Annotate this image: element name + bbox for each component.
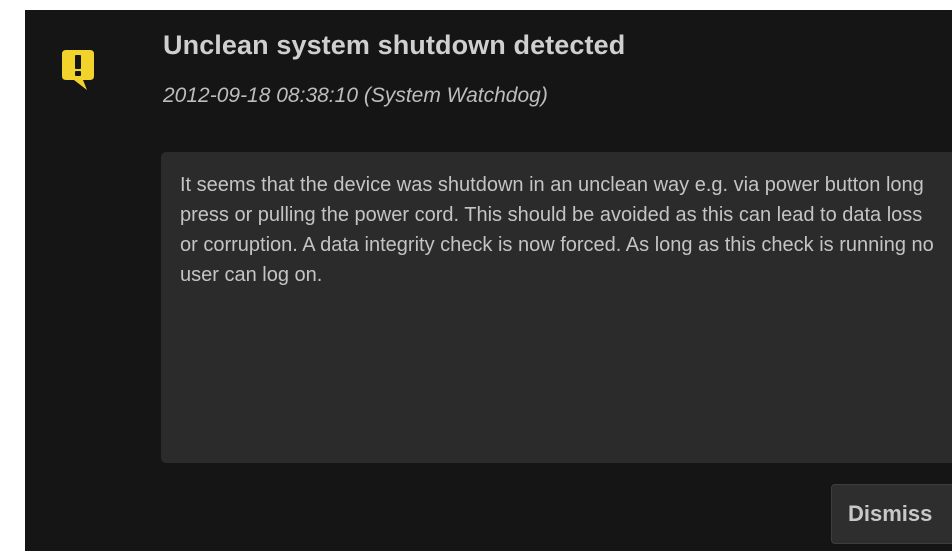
notification-title: Unclean system shutdown detected	[163, 30, 626, 60]
message-box: It seems that the device was shutdown in…	[161, 152, 952, 463]
alert-warning-icon	[62, 50, 94, 90]
notification-panel: Unclean system shutdown detected 2012-09…	[25, 10, 952, 551]
message-text: It seems that the device was shutdown in…	[180, 174, 934, 286]
dismiss-button[interactable]: Dismiss	[831, 484, 952, 544]
notification-meta: 2012-09-18 08:38:10 (System Watchdog)	[163, 84, 548, 107]
